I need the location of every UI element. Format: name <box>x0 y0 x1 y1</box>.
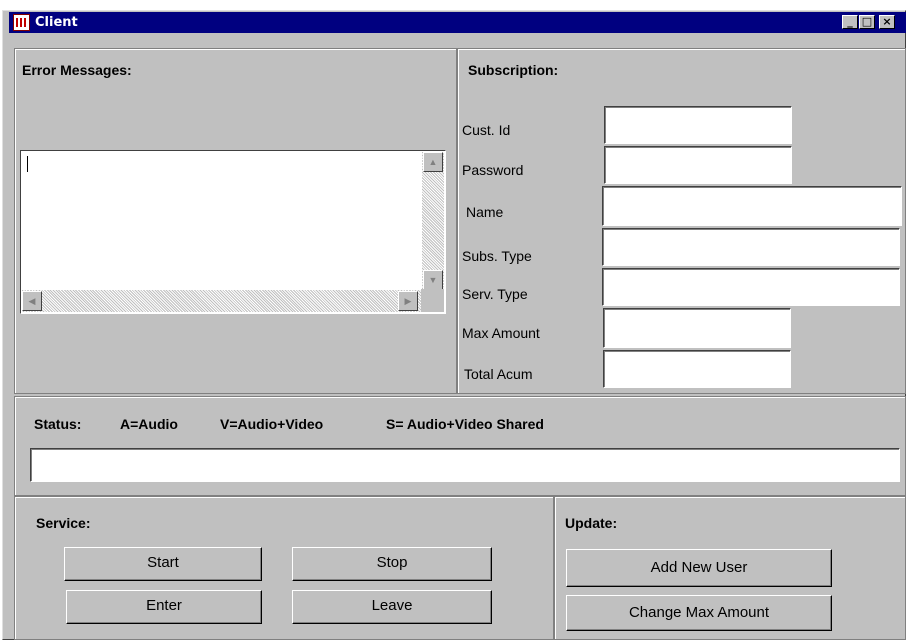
scroll-down-icon[interactable]: ▼ <box>423 270 443 290</box>
subs-type-label: Subs. Type <box>462 248 532 264</box>
subscription-heading: Subscription: <box>468 62 559 78</box>
max-amount-field[interactable] <box>603 308 791 348</box>
minimize-button[interactable]: _ <box>842 15 858 29</box>
name-field[interactable] <box>602 186 902 226</box>
add-new-user-label: Add New User <box>650 559 748 576</box>
status-legend-video: V=Audio+Video <box>220 416 324 432</box>
password-field[interactable] <box>604 146 792 184</box>
scroll-corner <box>421 289 444 312</box>
enter-button-label: Enter <box>146 597 182 614</box>
add-new-user-button[interactable]: Add New User <box>566 549 832 587</box>
serv-type-label: Serv. Type <box>462 286 528 302</box>
enter-button[interactable]: Enter <box>66 590 262 624</box>
change-max-amount-label: Change Max Amount <box>628 604 770 621</box>
stop-button[interactable]: Stop <box>292 547 492 581</box>
status-field[interactable] <box>30 448 900 482</box>
update-heading: Update: <box>565 515 618 531</box>
java-app-icon[interactable] <box>13 14 30 31</box>
status-heading: Status: <box>34 416 82 432</box>
error-messages-textarea[interactable]: ▲ ▼ ◀ ▶ <box>20 150 446 314</box>
start-button-label: Start <box>147 554 179 571</box>
horizontal-scrollbar[interactable]: ◀ ▶ <box>22 290 422 312</box>
window-title: Client <box>35 15 78 30</box>
leave-button[interactable]: Leave <box>292 590 492 624</box>
cust-id-label: Cust. Id <box>462 122 511 138</box>
password-label: Password <box>462 162 524 178</box>
close-button[interactable]: × <box>879 15 895 29</box>
scroll-right-icon[interactable]: ▶ <box>398 291 418 311</box>
max-amount-label: Max Amount <box>462 325 540 341</box>
total-acum-field[interactable] <box>603 350 791 388</box>
error-messages-heading: Error Messages: <box>22 62 132 78</box>
vertical-scrollbar[interactable]: ▲ ▼ <box>422 152 444 290</box>
start-button[interactable]: Start <box>64 547 262 581</box>
text-caret <box>27 156 28 172</box>
title-bar[interactable]: Client _ □ × <box>9 12 906 33</box>
stop-button-label: Stop <box>376 554 408 571</box>
subs-type-field[interactable] <box>602 228 900 266</box>
scroll-left-icon[interactable]: ◀ <box>22 291 42 311</box>
service-heading: Service: <box>36 515 91 531</box>
cust-id-field[interactable] <box>604 106 792 144</box>
status-legend-shared: S= Audio+Video Shared <box>386 416 544 432</box>
maximize-button[interactable]: □ <box>859 15 875 29</box>
scroll-up-icon[interactable]: ▲ <box>423 152 443 172</box>
serv-type-field[interactable] <box>602 268 900 306</box>
change-max-amount-button[interactable]: Change Max Amount <box>566 595 832 631</box>
status-legend-audio: A=Audio <box>120 416 178 432</box>
leave-button-label: Leave <box>371 597 413 614</box>
name-label: Name <box>466 204 504 220</box>
total-acum-label: Total Acum <box>464 366 533 382</box>
